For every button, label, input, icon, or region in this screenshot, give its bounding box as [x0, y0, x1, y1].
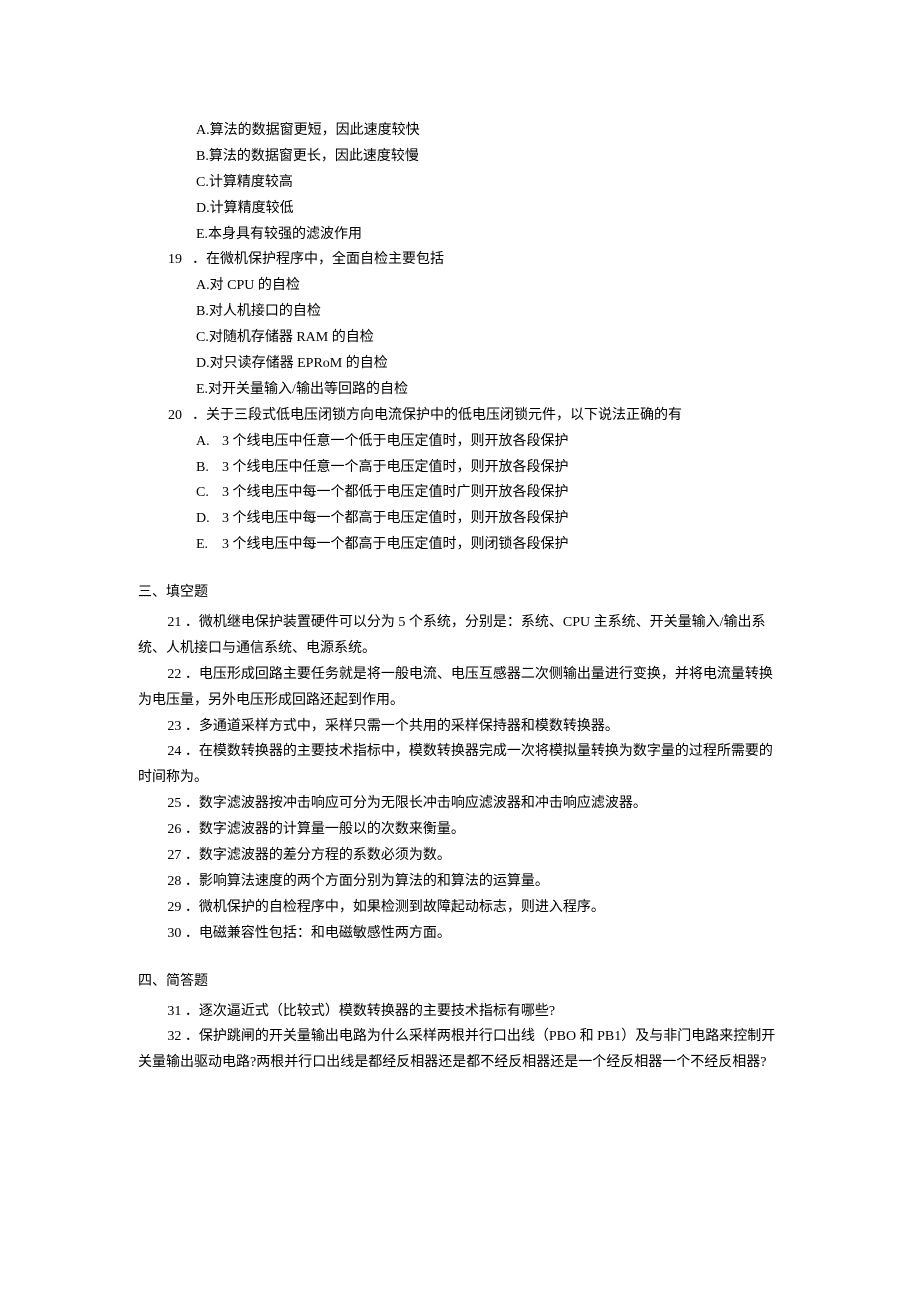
q18-option-d: D.计算精度较低	[138, 196, 782, 222]
q20-option-e: E.3 个线电压中每一个都高于电压定值时，则闭锁各段保护	[138, 532, 782, 558]
q19-option-c: C.对随机存储器 RAM 的自检	[138, 325, 782, 351]
fill-29: 29 ．微机保护的自检程序中，如果检测到故障起动标志，则进入程序。	[138, 895, 782, 921]
fill-22: 22 ．电压形成回路主要任务就是将一般电流、电压互感器二次侧输出量进行变换，并将…	[138, 662, 782, 714]
question-19: 19．在微机保护程序中，全面自检主要包括 A.对 CPU 的自检 B.对人机接口…	[138, 247, 782, 402]
q19-stem-text: ．在微机保护程序中，全面自检主要包括	[192, 252, 444, 267]
q19-option-e: E.对开关量输入/输出等回路的自检	[138, 377, 782, 403]
q19-option-d: D.对只读存储器 EPRoM 的自检	[138, 351, 782, 377]
q20-option-b: B.3 个线电压中任意一个高于电压定值时，则开放各段保护	[138, 455, 782, 481]
q20-d-text: 3 个线电压中每一个都高于电压定值时，则开放各段保护	[222, 511, 569, 526]
fill-27: 27 ．数字滤波器的差分方程的系数必须为数。	[138, 843, 782, 869]
q20-c-text: 3 个线电压中每一个都低于电压定值时广则开放各段保护	[222, 485, 569, 500]
q20-b-text: 3 个线电压中任意一个高于电压定值时，则开放各段保护	[222, 460, 569, 475]
fill-28: 28 ．影响算法速度的两个方面分别为算法的和算法的运算量。	[138, 869, 782, 895]
q20-stem-text: ．关于三段式低电压闭锁方向电流保护中的低电压闭锁元件，以下说法正确的有	[192, 408, 682, 423]
fill-21: 21 ．微机继电保护装置硬件可以分为 5 个系统，分别是：系统、CPU 主系统、…	[138, 610, 782, 662]
essay-32: 32 ．保护跳闸的开关量输出电路为什么采样两根并行口出线（PBO 和 PB1）及…	[138, 1024, 782, 1076]
q19-stem: 19．在微机保护程序中，全面自检主要包括	[138, 247, 782, 273]
q20-b-label: B.	[196, 455, 222, 481]
essay-31: 31 ．逐次逼近式（比较式）模数转换器的主要技术指标有哪些?	[138, 999, 782, 1025]
q20-a-text: 3 个线电压中任意一个低于电压定值时，则开放各段保护	[222, 434, 569, 449]
q20-option-a: A.3 个线电压中任意一个低于电压定值时，则开放各段保护	[138, 429, 782, 455]
q18-option-a: A.算法的数据窗更短，因此速度较快	[138, 118, 782, 144]
q20-e-text: 3 个线电压中每一个都高于电压定值时，则闭锁各段保护	[222, 537, 569, 552]
q20-c-label: C.	[196, 480, 222, 506]
q20-d-label: D.	[196, 506, 222, 532]
q20-option-c: C.3 个线电压中每一个都低于电压定值时广则开放各段保护	[138, 480, 782, 506]
q19-option-a: A.对 CPU 的自检	[138, 273, 782, 299]
fill-24: 24 ．在模数转换器的主要技术指标中，模数转换器完成一次将模拟量转换为数字量的过…	[138, 739, 782, 791]
fill-26: 26 ．数字滤波器的计算量一般以的次数来衡量。	[138, 817, 782, 843]
q18-option-b: B.算法的数据窗更长，因此速度较慢	[138, 144, 782, 170]
fill-25: 25 ．数字滤波器按冲击响应可分为无限长冲击响应滤波器和冲击响应滤波器。	[138, 791, 782, 817]
section-4-title: 四、简答题	[138, 969, 782, 995]
q20-option-d: D.3 个线电压中每一个都高于电压定值时，则开放各段保护	[138, 506, 782, 532]
q19-option-b: B.对人机接口的自检	[138, 299, 782, 325]
q18-option-c: C.计算精度较高	[138, 170, 782, 196]
question-20: 20．关于三段式低电压闭锁方向电流保护中的低电压闭锁元件，以下说法正确的有 A.…	[138, 403, 782, 558]
q18-option-e: E.本身具有较强的滤波作用	[138, 222, 782, 248]
fill-23: 23 ．多通道采样方式中，采样只需一个共用的采样保持器和模数转换器。	[138, 714, 782, 740]
section-3-title: 三、填空题	[138, 580, 782, 606]
q19-number: 19	[168, 247, 192, 273]
q20-e-label: E.	[196, 532, 222, 558]
q20-stem: 20．关于三段式低电压闭锁方向电流保护中的低电压闭锁元件，以下说法正确的有	[138, 403, 782, 429]
q20-number: 20	[168, 403, 192, 429]
q20-a-label: A.	[196, 429, 222, 455]
question-18-options: A.算法的数据窗更短，因此速度较快 B.算法的数据窗更长，因此速度较慢 C.计算…	[138, 118, 782, 247]
fill-30: 30 ．电磁兼容性包括：和电磁敏感性两方面。	[138, 921, 782, 947]
